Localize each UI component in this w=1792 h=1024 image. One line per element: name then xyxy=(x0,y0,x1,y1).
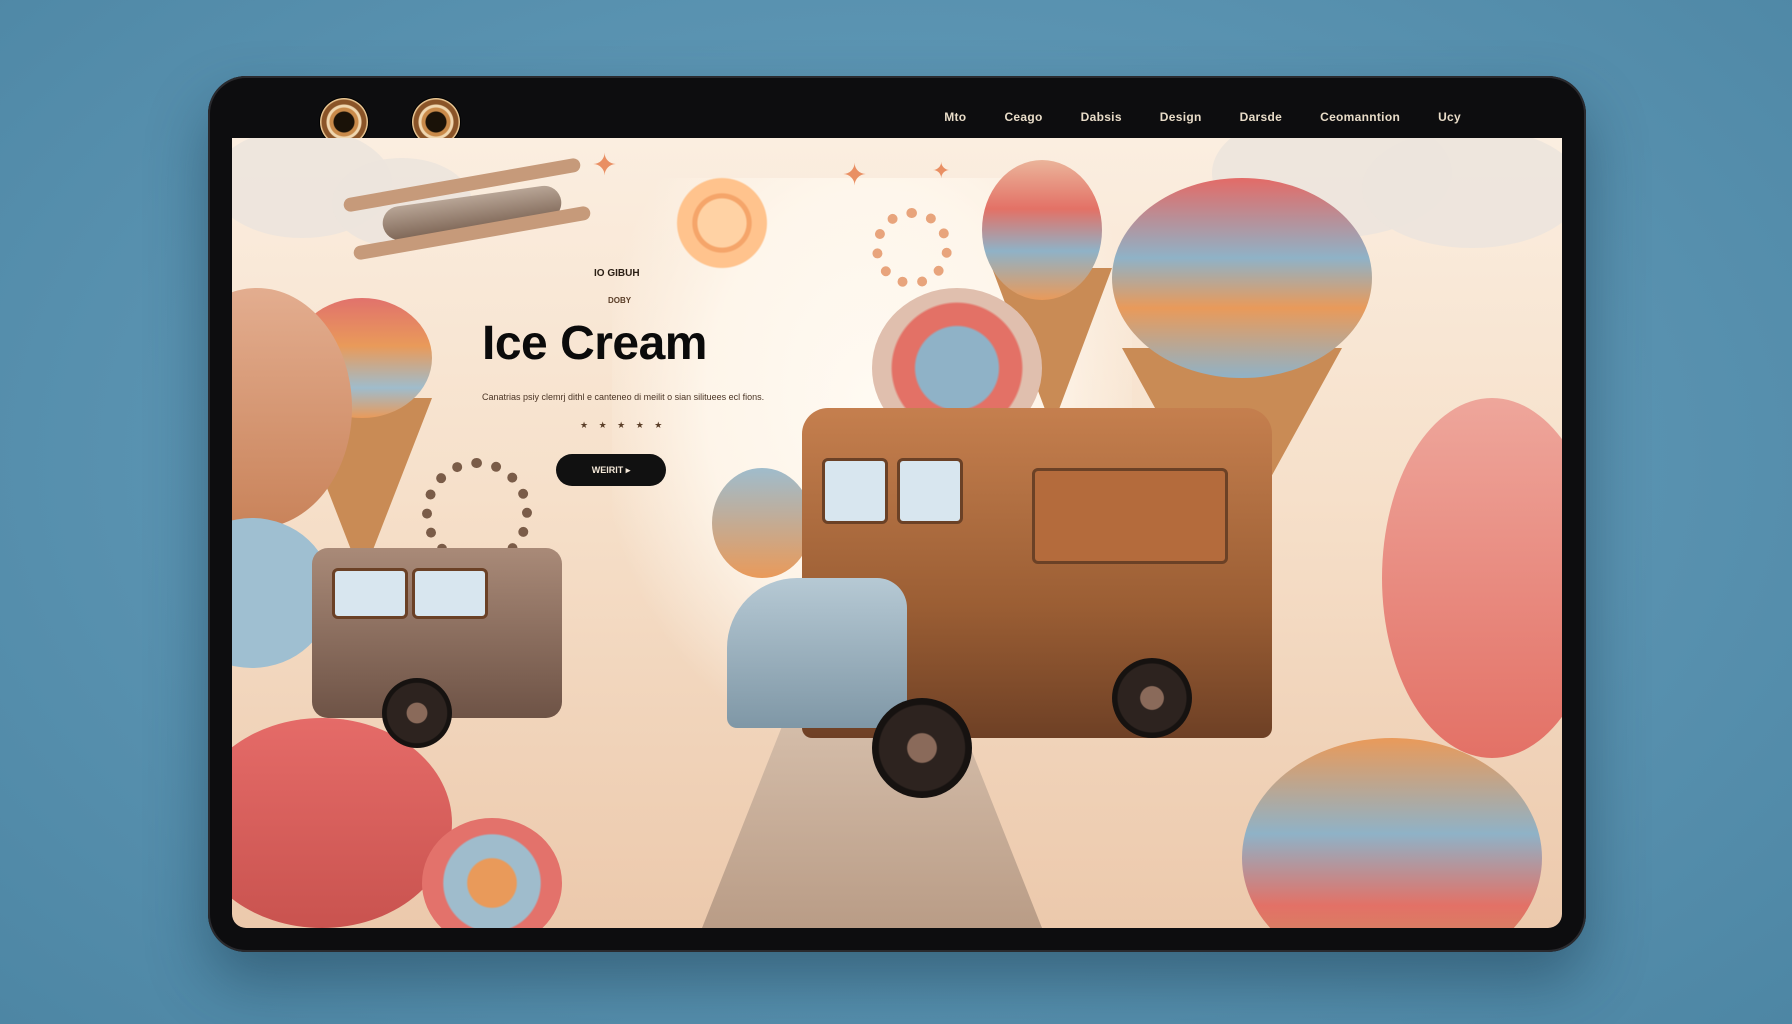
nav-item-design[interactable]: Design xyxy=(1160,110,1202,124)
truck-front-grille xyxy=(727,578,907,728)
hero-cta-button[interactable]: WEIRIT ▸ xyxy=(556,454,666,486)
truck-display-panel xyxy=(1032,468,1228,564)
nav-item-6[interactable]: Ceomanntion xyxy=(1320,110,1400,124)
hero-title: Ice Cream xyxy=(482,317,707,370)
tablet-device-frame: Mto Ceago Dabsis Design Darsde Ceomannti… xyxy=(208,76,1586,952)
ice-cream-scoop xyxy=(982,160,1102,300)
hero-description: Canatrias psiy clemrj dithl e canteneo d… xyxy=(482,392,765,402)
car-window xyxy=(332,568,408,619)
hero-eyebrow: IO GIBUH xyxy=(594,268,640,279)
car-wheel xyxy=(382,678,452,748)
ice-cream-scoop xyxy=(712,468,812,578)
ice-cream-scoop xyxy=(1112,178,1372,378)
nav-item-5[interactable]: Darsde xyxy=(1240,110,1283,124)
hero-illustration-screen: ✦ ✦ ✦ IO GIBUH DOBY Ice Cream Canatrias … xyxy=(232,138,1562,928)
cloud xyxy=(1362,138,1562,248)
top-navigation-bar: Mto Ceago Dabsis Design Darsde Ceomannti… xyxy=(208,76,1586,146)
ice-cream-scoop xyxy=(1382,398,1562,758)
truck-window xyxy=(897,458,963,524)
gear-decoration xyxy=(872,208,952,288)
star-icon: ✦ xyxy=(592,149,618,182)
nav-item-1[interactable]: Mto xyxy=(944,110,966,124)
ice-cream-scoop xyxy=(232,718,452,928)
nav-item-3[interactable]: Dabsis xyxy=(1081,110,1122,124)
car-window xyxy=(412,568,488,619)
star-icon: ✦ xyxy=(932,158,951,183)
nav-item-2[interactable]: Ceago xyxy=(1004,110,1042,124)
truck-wheel xyxy=(1112,658,1192,738)
main-nav: Mto Ceago Dabsis Design Darsde Ceomannti… xyxy=(944,110,1461,124)
hero-eyebrow-secondary: DOBY xyxy=(608,296,632,305)
truck-wheel xyxy=(872,698,972,798)
ice-cream-scoop xyxy=(1242,738,1542,928)
rating-stars: ★ ★ ★ ★ ★ xyxy=(580,420,667,430)
truck-window xyxy=(822,458,888,524)
sun-illustration xyxy=(662,163,782,283)
star-icon: ✦ xyxy=(842,159,868,192)
nav-item-7[interactable]: Ucy xyxy=(1438,110,1461,124)
